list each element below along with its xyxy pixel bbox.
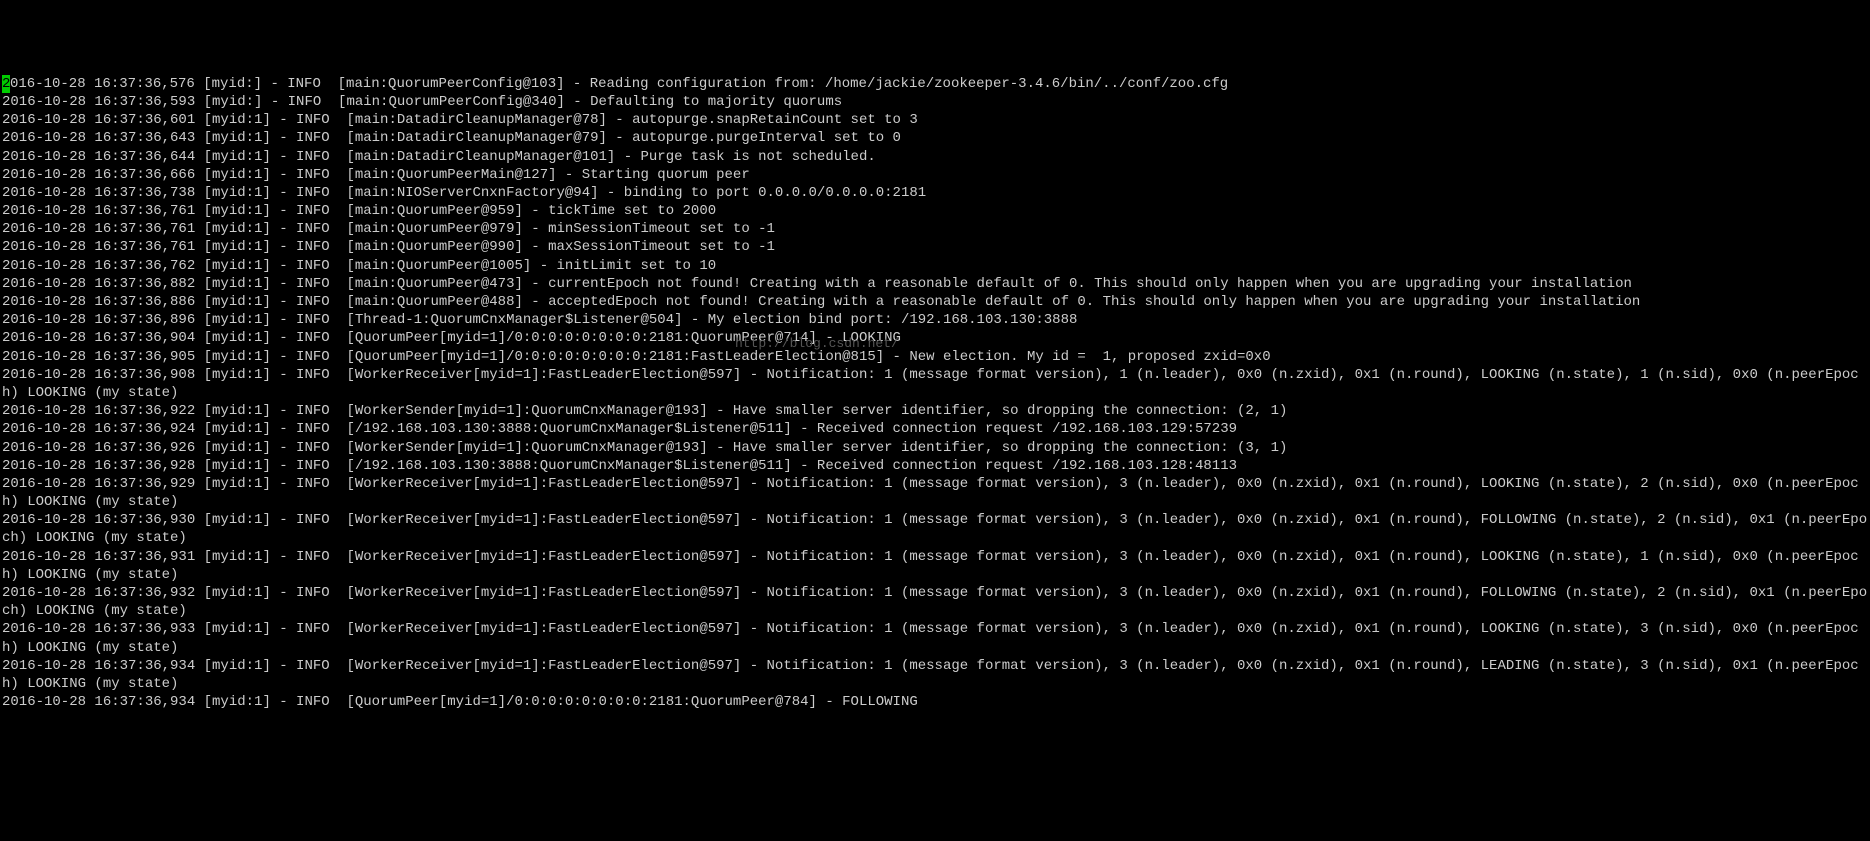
log-text: 016-10-28 16:37:36,576 [myid:] - INFO [m… xyxy=(10,76,1228,92)
log-line: 2016-10-28 16:37:36,643 [myid:1] - INFO … xyxy=(2,129,1868,147)
log-line: 2016-10-28 16:37:36,601 [myid:1] - INFO … xyxy=(2,111,1868,129)
log-line: 2016-10-28 16:37:36,576 [myid:] - INFO [… xyxy=(2,75,1868,93)
log-line: 2016-10-28 16:37:36,908 [myid:1] - INFO … xyxy=(2,366,1868,402)
log-line: 2016-10-28 16:37:36,762 [myid:1] - INFO … xyxy=(2,257,1868,275)
log-line: 2016-10-28 16:37:36,931 [myid:1] - INFO … xyxy=(2,548,1868,584)
log-line: 2016-10-28 16:37:36,761 [myid:1] - INFO … xyxy=(2,220,1868,238)
log-line: 2016-10-28 16:37:36,886 [myid:1] - INFO … xyxy=(2,293,1868,311)
terminal-output[interactable]: 2016-10-28 16:37:36,576 [myid:] - INFO [… xyxy=(2,75,1868,712)
log-line: 2016-10-28 16:37:36,934 [myid:1] - INFO … xyxy=(2,693,1868,711)
log-line: 2016-10-28 16:37:36,761 [myid:1] - INFO … xyxy=(2,202,1868,220)
log-line: 2016-10-28 16:37:36,924 [myid:1] - INFO … xyxy=(2,420,1868,438)
cursor-block: 2 xyxy=(2,75,10,93)
log-line: 2016-10-28 16:37:36,644 [myid:1] - INFO … xyxy=(2,148,1868,166)
log-line: 2016-10-28 16:37:36,922 [myid:1] - INFO … xyxy=(2,402,1868,420)
log-line: 2016-10-28 16:37:36,666 [myid:1] - INFO … xyxy=(2,166,1868,184)
log-line: 2016-10-28 16:37:36,882 [myid:1] - INFO … xyxy=(2,275,1868,293)
log-line: 2016-10-28 16:37:36,926 [myid:1] - INFO … xyxy=(2,439,1868,457)
log-line: 2016-10-28 16:37:36,933 [myid:1] - INFO … xyxy=(2,620,1868,656)
log-line: 2016-10-28 16:37:36,905 [myid:1] - INFO … xyxy=(2,348,1868,366)
log-line: 2016-10-28 16:37:36,738 [myid:1] - INFO … xyxy=(2,184,1868,202)
log-line: 2016-10-28 16:37:36,761 [myid:1] - INFO … xyxy=(2,238,1868,256)
log-line: 2016-10-28 16:37:36,593 [myid:] - INFO [… xyxy=(2,93,1868,111)
log-line: 2016-10-28 16:37:36,896 [myid:1] - INFO … xyxy=(2,311,1868,329)
log-line: 2016-10-28 16:37:36,928 [myid:1] - INFO … xyxy=(2,457,1868,475)
log-line: 2016-10-28 16:37:36,930 [myid:1] - INFO … xyxy=(2,511,1868,547)
log-line: 2016-10-28 16:37:36,934 [myid:1] - INFO … xyxy=(2,657,1868,693)
log-line: 2016-10-28 16:37:36,929 [myid:1] - INFO … xyxy=(2,475,1868,511)
log-line: 2016-10-28 16:37:36,932 [myid:1] - INFO … xyxy=(2,584,1868,620)
log-line: 2016-10-28 16:37:36,904 [myid:1] - INFO … xyxy=(2,329,1868,347)
